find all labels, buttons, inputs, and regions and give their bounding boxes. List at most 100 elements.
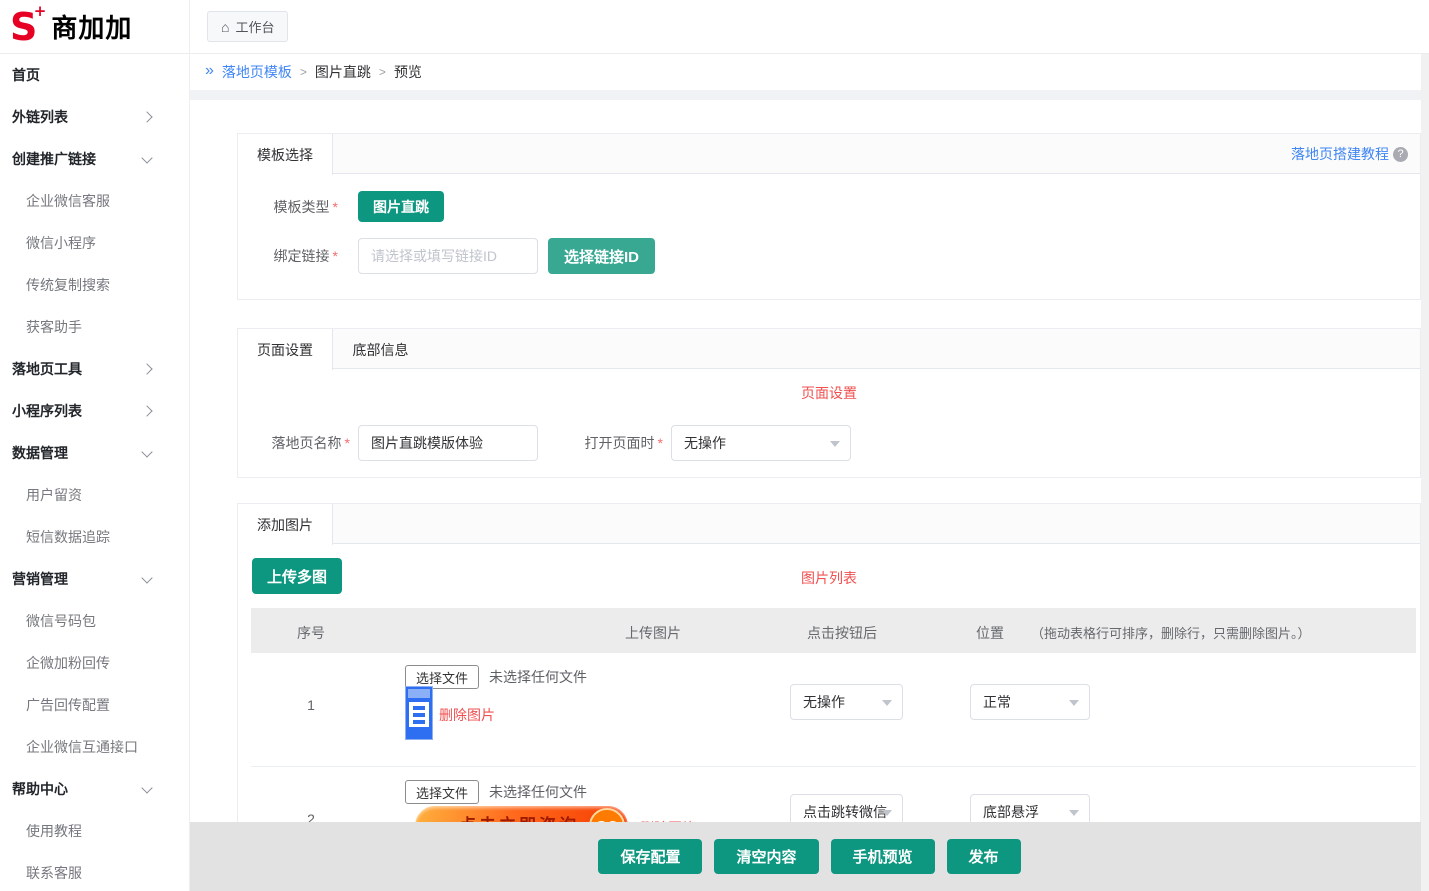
column-index: 序号 (271, 623, 351, 643)
open-page-select[interactable]: 无操作 (671, 425, 851, 461)
template-tabbar: 模板选择 落地页搭建教程 ? (238, 134, 1420, 174)
card-page-settings: 页面设置 底部信息 页面设置 落地页名称* 打开页面时* 无操作 (237, 328, 1421, 478)
home-icon: ⌂ (221, 20, 229, 34)
select-link-id-button[interactable]: 选择链接ID (548, 238, 655, 274)
sidebar-item-label: 微信号码包 (26, 611, 96, 631)
tab-label: 添加图片 (257, 515, 313, 535)
tutorial-link[interactable]: 落地页搭建教程 ? (1291, 134, 1408, 174)
chevron-down-icon (141, 152, 152, 163)
chevron-down-icon (1069, 810, 1079, 816)
landing-name-input[interactable] (358, 425, 538, 461)
thumbnail-detail (408, 689, 430, 698)
sidebar-item-copy-search[interactable]: 传统复制搜索 (0, 264, 189, 306)
choose-file-button[interactable]: 选择文件 (405, 780, 479, 804)
sidebar-item-label: 用户留资 (26, 485, 82, 505)
page-settings-fields-row: 落地页名称* 打开页面时* 无操作 (238, 425, 1420, 461)
sidebar: S+ 商加加 首页外链列表创建推广链接企业微信客服微信小程序传统复制搜索获客助手… (0, 0, 190, 891)
required-mark: * (345, 435, 350, 451)
sidebar-item-tutorial[interactable]: 使用教程 (0, 810, 189, 852)
double-chevron-icon: » (205, 63, 214, 79)
sidebar-item-wecom-interop[interactable]: 企业微信互通接口 (0, 726, 189, 768)
sidebar-item-label: 广告回传配置 (26, 695, 110, 715)
sidebar-item-contact-support[interactable]: 联系客服 (0, 852, 189, 891)
chevron-down-icon (1069, 700, 1079, 706)
delete-image-link[interactable]: 删除图片 (439, 705, 495, 725)
sidebar-item-customer-assistant[interactable]: 获客助手 (0, 306, 189, 348)
app-name: 商加加 (51, 8, 132, 45)
logo-icon: S+ (10, 8, 37, 46)
select-value: 无操作 (684, 433, 726, 453)
column-note: （拖动表格行可排序，删除行，只需删除图片。） (1031, 623, 1311, 642)
sidebar-item-label: 数据管理 (12, 443, 68, 463)
breadcrumb-item-image-jump: 图片直跳 (315, 62, 371, 82)
click-action-select[interactable]: 无操作 (790, 684, 903, 720)
mobile-preview-button[interactable]: 手机预览 (831, 839, 935, 874)
scrollbar[interactable] (1421, 54, 1429, 891)
sidebar-item-label: 企业微信互通接口 (26, 737, 138, 757)
file-input-group: 选择文件 未选择任何文件 (405, 780, 587, 804)
sidebar-item-sms-tracking[interactable]: 短信数据追踪 (0, 516, 189, 558)
sidebar-item-miniprogram-list[interactable]: 小程序列表 (0, 390, 189, 432)
chevron-down-icon (882, 810, 892, 816)
save-config-button[interactable]: 保存配置 (598, 839, 702, 874)
sidebar-item-create-promo-link[interactable]: 创建推广链接 (0, 138, 189, 180)
sidebar-item-wecom-service[interactable]: 企业微信客服 (0, 180, 189, 222)
sidebar-menu: 首页外链列表创建推广链接企业微信客服微信小程序传统复制搜索获客助手落地页工具小程… (0, 54, 189, 891)
sidebar-item-label: 微信小程序 (26, 233, 96, 253)
sidebar-item-external-links[interactable]: 外链列表 (0, 96, 189, 138)
required-mark: * (658, 435, 663, 451)
sidebar-item-ad-callback-config[interactable]: 广告回传配置 (0, 684, 189, 726)
breadcrumb-link-templates[interactable]: 落地页模板 (222, 62, 292, 82)
tab-label: 模板选择 (257, 145, 313, 165)
template-type-button[interactable]: 图片直跳 (358, 191, 444, 222)
chevron-down-icon (882, 700, 892, 706)
uploaded-image-thumbnail[interactable] (405, 686, 433, 740)
sidebar-item-label: 创建推广链接 (12, 149, 96, 169)
page-settings-tabbar: 页面设置 底部信息 (238, 329, 1420, 369)
workspace-tab[interactable]: ⌂ 工作台 (207, 11, 288, 42)
tab-add-images[interactable]: 添加图片 (238, 504, 333, 545)
template-type-label: 模板类型* (238, 197, 338, 217)
sidebar-item-label: 获客助手 (26, 317, 82, 337)
sidebar-item-marketing[interactable]: 营销管理 (0, 558, 189, 600)
help-icon: ? (1393, 147, 1408, 162)
sidebar-item-label: 企业微信客服 (26, 191, 110, 211)
open-page-label: 打开页面时* (538, 433, 663, 453)
tab-footer-info[interactable]: 底部信息 (333, 329, 428, 370)
required-mark: * (333, 199, 338, 215)
card-template-select: 模板选择 落地页搭建教程 ? 模板类型* 图片直跳 绑定链接* 选择链接ID (237, 133, 1421, 300)
sidebar-item-home[interactable]: 首页 (0, 54, 189, 96)
publish-button[interactable]: 发布 (947, 839, 1021, 874)
chevron-down-icon (830, 441, 840, 447)
tab-page-settings[interactable]: 页面设置 (238, 329, 333, 370)
sidebar-item-label: 企微加粉回传 (26, 653, 110, 673)
column-click-action: 点击按钮后 (807, 623, 877, 643)
sidebar-item-help-center[interactable]: 帮助中心 (0, 768, 189, 810)
workspace-tab-label: 工作台 (235, 17, 274, 36)
logo-plus-icon: + (34, 4, 47, 19)
position-select[interactable]: 正常 (970, 684, 1090, 720)
sidebar-item-wechat-miniprogram[interactable]: 微信小程序 (0, 222, 189, 264)
file-status-text: 未选择任何文件 (489, 782, 587, 802)
chevron-down-icon (141, 446, 152, 457)
tab-template-select[interactable]: 模板选择 (238, 134, 333, 175)
bind-link-row: 绑定链接* 选择链接ID (238, 238, 1420, 274)
row-index: 1 (271, 697, 351, 713)
sidebar-item-label: 传统复制搜索 (26, 275, 110, 295)
action-bar: 保存配置 清空内容 手机预览 发布 (190, 822, 1429, 891)
link-id-input[interactable] (358, 238, 538, 274)
sidebar-item-user-leads[interactable]: 用户留资 (0, 474, 189, 516)
sidebar-item-wecom-fans-callback[interactable]: 企微加粉回传 (0, 642, 189, 684)
select-value: 点击跳转微信 (803, 802, 887, 822)
file-status-text: 未选择任何文件 (489, 667, 587, 687)
sidebar-item-data-management[interactable]: 数据管理 (0, 432, 189, 474)
sidebar-item-label: 首页 (12, 65, 40, 85)
clear-content-button[interactable]: 清空内容 (714, 839, 818, 874)
images-table-header: 序号 上传图片 点击按钮后 位置 （拖动表格行可排序，删除行，只需删除图片。） (251, 608, 1416, 653)
sidebar-item-landing-tools[interactable]: 落地页工具 (0, 348, 189, 390)
sidebar-item-wechat-number-pack[interactable]: 微信号码包 (0, 600, 189, 642)
chevron-down-icon (141, 782, 152, 793)
main-content: 模板选择 落地页搭建教程 ? 模板类型* 图片直跳 绑定链接* 选择链接ID 页… (190, 100, 1429, 891)
chevron-right-icon (141, 363, 152, 374)
chevron-right-icon (141, 405, 152, 416)
